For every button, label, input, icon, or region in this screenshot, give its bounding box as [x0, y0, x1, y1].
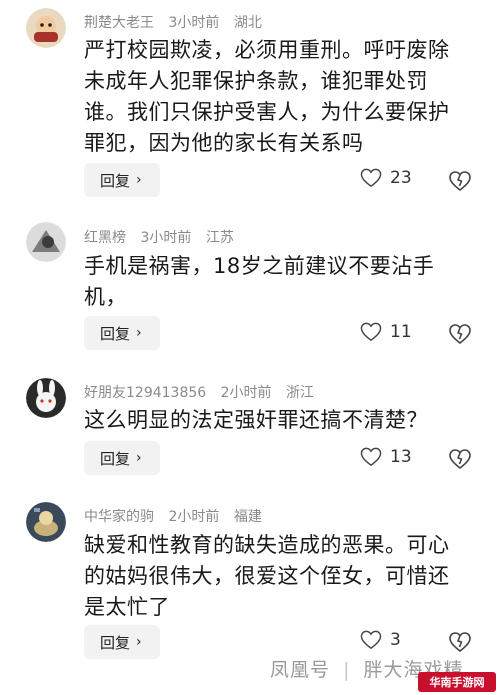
comment-line: 手机是祸害，18岁之前建议不要沾手 [84, 254, 435, 278]
reply-button[interactable]: 回复 › [84, 441, 160, 475]
reply-button[interactable]: 回复 › [84, 163, 160, 197]
timestamp: 2小时前 [220, 385, 272, 401]
dislike-button[interactable] [448, 447, 472, 471]
site-badge-text: 华南手游网 [429, 676, 485, 689]
comment-line: 缺爱和性教育的缺失造成的恶果。可心 [84, 533, 450, 557]
comment-meta: 好朋友129413856 2小时前 浙江 [84, 382, 324, 402]
watermark-source: 凤凰号 [270, 659, 331, 681]
comment-line: 罪犯，因为他的家长有关系吗 [84, 131, 364, 155]
like-button[interactable]: 3 [360, 630, 401, 650]
comment-text: 这么明显的法定强奸罪还搞不清楚？ [84, 405, 474, 436]
comment-line: 未成年人犯罪保护条款，谁犯罪处罚 [84, 69, 428, 93]
like-count: 3 [390, 630, 401, 650]
dislike-button[interactable] [448, 169, 472, 193]
site-logo-badge: 华南手游网 [418, 672, 496, 692]
comment-meta: 荆楚大老王 3小时前 湖北 [84, 12, 272, 32]
heart-icon [360, 630, 382, 650]
comment-text: 缺爱和性教育的缺失造成的恶果。可心 的姑妈很伟大，很爱这个侄女，可惜还 是太忙了 [84, 530, 474, 623]
location: 福建 [233, 509, 262, 525]
dislike-icon [449, 632, 471, 653]
timestamp: 3小时前 [168, 15, 220, 31]
timestamp: 2小时前 [168, 509, 220, 525]
heart-icon [360, 447, 382, 467]
comment-line: 的姑妈很伟大，很爱这个侄女，可惜还 [84, 564, 450, 588]
like-button[interactable]: 13 [360, 447, 412, 467]
location: 江苏 [205, 230, 234, 246]
reply-label: 回复 [100, 324, 131, 343]
comment-line: 严打校园欺凌，必须用重刑。呼吁废除 [84, 38, 450, 62]
like-count: 13 [390, 447, 412, 467]
location: 浙江 [286, 385, 314, 401]
avatar[interactable] [26, 502, 66, 542]
username[interactable]: 中华家的驹 [84, 509, 154, 525]
avatar[interactable] [26, 8, 66, 48]
comment-line: 谁。我们只保护受害人，为什么要保护 [84, 100, 450, 124]
watermark-separator: | [343, 659, 351, 681]
avatar[interactable] [26, 378, 66, 418]
avatar[interactable] [26, 222, 66, 262]
timestamp: 3小时前 [140, 230, 192, 246]
dislike-icon [449, 449, 471, 470]
comment-line: 这么明显的法定强奸罪还搞不清楚？ [84, 408, 428, 432]
dislike-icon [449, 324, 471, 345]
dislike-button[interactable] [448, 322, 472, 346]
chevron-right-icon: › [136, 325, 142, 341]
reply-label: 回复 [100, 449, 131, 468]
dislike-icon [449, 171, 471, 192]
like-count: 11 [390, 322, 412, 342]
comment-meta: 中华家的驹 2小时前 福建 [84, 506, 272, 526]
heart-icon [360, 322, 382, 342]
reply-label: 回复 [100, 633, 131, 652]
chevron-right-icon: › [136, 634, 142, 650]
like-button[interactable]: 11 [360, 322, 412, 342]
chevron-right-icon: › [136, 172, 142, 188]
comment-text: 严打校园欺凌，必须用重刑。呼吁废除 未成年人犯罪保护条款，谁犯罪处罚 谁。我们只… [84, 35, 474, 159]
like-button[interactable]: 23 [360, 168, 412, 188]
comment-line: 是太忙了 [84, 595, 170, 619]
comment-line: 机， [84, 285, 127, 309]
username[interactable]: 红黑榜 [84, 230, 126, 246]
like-count: 23 [390, 168, 412, 188]
heart-icon [360, 168, 382, 188]
chevron-right-icon: › [136, 450, 142, 466]
reply-button[interactable]: 回复 › [84, 316, 160, 350]
username[interactable]: 好朋友129413856 [84, 385, 206, 401]
location: 湖北 [233, 15, 262, 31]
dislike-button[interactable] [448, 630, 472, 654]
reply-button[interactable]: 回复 › [84, 625, 160, 659]
username[interactable]: 荆楚大老王 [84, 15, 154, 31]
reply-label: 回复 [100, 171, 131, 190]
comment-text: 手机是祸害，18岁之前建议不要沾手 机， [84, 251, 474, 313]
comment-meta: 红黑榜 3小时前 江苏 [84, 227, 244, 247]
